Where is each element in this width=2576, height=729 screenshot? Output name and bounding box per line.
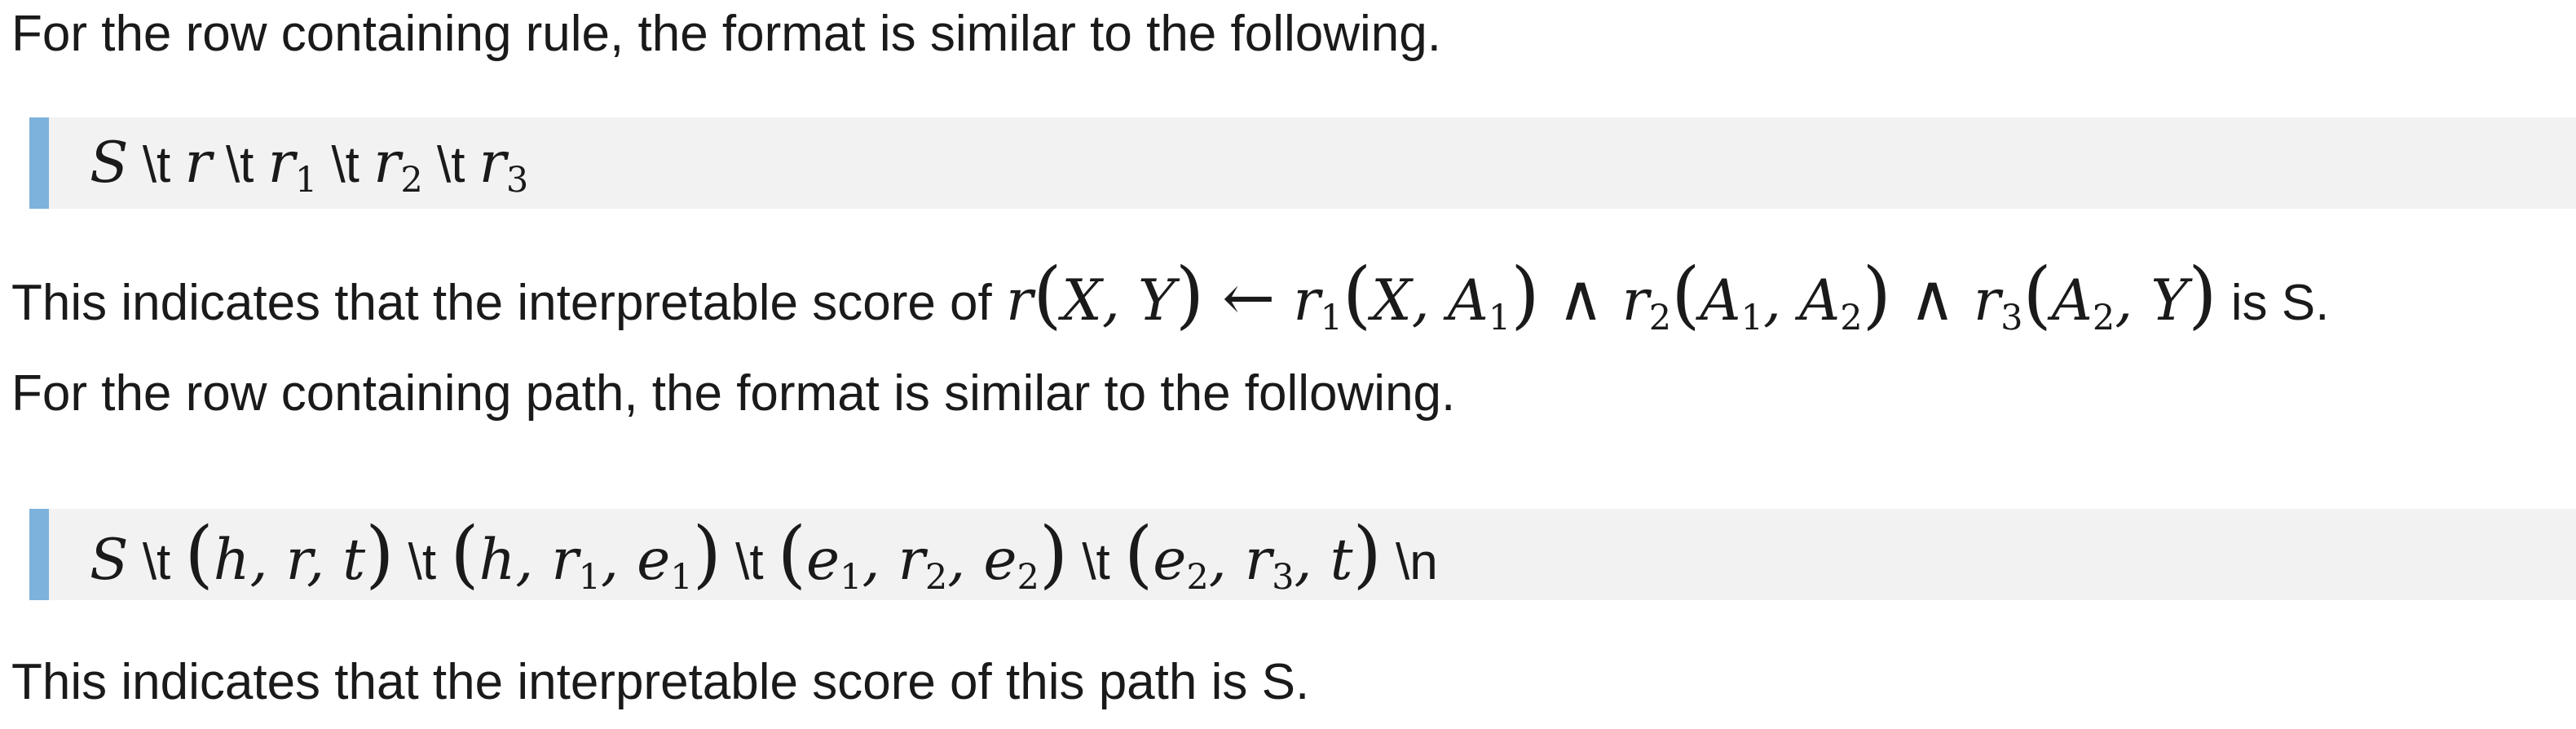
tab-escape: \t — [735, 534, 764, 590]
triple-e2-r3-t: (e2, r3, t) — [1124, 511, 1382, 599]
rule-format-line: S \t r \t r1 \t r2 \t r3 — [90, 117, 528, 209]
tab-escape: \t — [408, 534, 437, 590]
tab-escape: \t — [331, 137, 359, 193]
tab-escape: \t — [142, 137, 171, 193]
triple-h-r1-e1: (h, r1, e1) — [450, 511, 721, 599]
score-symbol: S — [90, 130, 129, 196]
tab-escape: \t — [142, 534, 171, 590]
tab-escape: \t — [1082, 534, 1110, 590]
path-meaning-text: This indicates that the interpretable sc… — [11, 654, 1310, 710]
path-format-line: S \t (h, r, t) \t (h, r1, e1) \t (e1, r2… — [90, 509, 1438, 600]
rule-formula: r(X, Y) ← r1(X, A1) ∧ r2(A1, A2) ∧ r3(A2… — [1006, 252, 2217, 339]
path-format-blockquote: S \t (h, r, t) \t (h, r1, e1) \t (e1, r2… — [29, 509, 2576, 600]
relation-r: r — [184, 130, 212, 196]
relation-r3: r3 — [479, 130, 529, 201]
relation-r1: r1 — [267, 130, 318, 201]
rule-meaning-suffix: is S. — [2230, 275, 2330, 331]
rule-format-blockquote: S \t r \t r1 \t r2 \t r3 — [29, 117, 2576, 209]
triple-h-r-t: (h, r, t) — [184, 511, 395, 597]
rule-meaning-prefix: This indicates that the interpretable sc… — [11, 275, 992, 331]
relation-r2: r2 — [373, 130, 423, 201]
tab-escape: \t — [436, 137, 465, 193]
triple-e1-r2-e2: (e1, r2, e2) — [777, 511, 1069, 599]
score-symbol: S — [90, 528, 129, 593]
tab-escape: \t — [225, 137, 254, 193]
path-intro-text: For the row containing path, the format … — [11, 365, 1456, 422]
rule-intro-text: For the row containing rule, the format … — [11, 6, 1441, 62]
newline-escape: \n — [1395, 534, 1438, 590]
rule-meaning-text: This indicates that the interpretable sc… — [11, 252, 2330, 339]
